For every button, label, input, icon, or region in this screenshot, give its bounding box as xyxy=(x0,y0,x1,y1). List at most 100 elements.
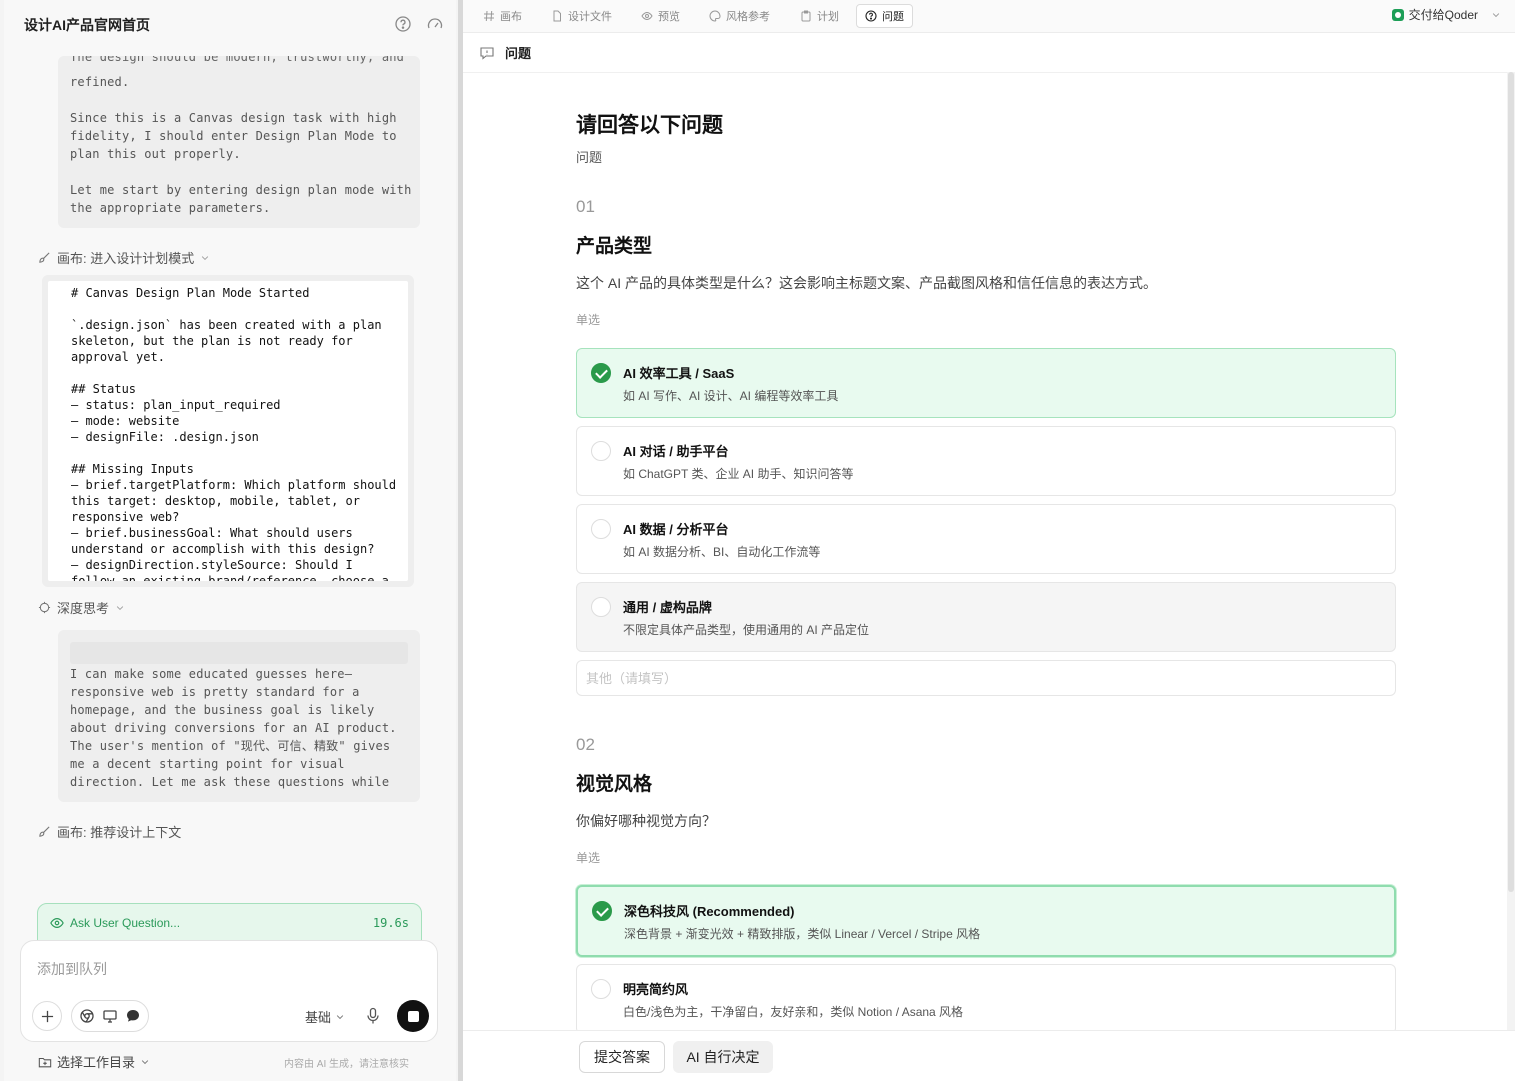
browser-icon[interactable] xyxy=(79,1008,95,1024)
mode-select[interactable]: 基础 xyxy=(305,1007,345,1026)
monitor-icon[interactable] xyxy=(102,1008,118,1024)
tab-label: 问题 xyxy=(882,11,904,23)
thinking-text: refined. Since this is a Canvas design t… xyxy=(70,75,412,215)
ai-decide-button[interactable]: AI 自行决定 xyxy=(673,1041,773,1073)
chat-input[interactable]: 添加到队列 xyxy=(37,959,107,979)
stop-icon xyxy=(407,1010,419,1022)
chat-input-card: 添加到队列 基础 xyxy=(20,940,438,1042)
radio-checked-icon xyxy=(592,901,612,921)
option-card[interactable]: AI 对话 / 助手平台 如 ChatGPT 类、企业 AI 助手、知识问答等 xyxy=(576,426,1396,496)
chevron-down-icon xyxy=(1492,12,1500,17)
option-description: 白色/浅色为主，干净留白，友好亲和，类似 Notion / Asana 风格 xyxy=(623,1005,964,1019)
tool-result-content[interactable]: # Canvas Design Plan Mode Started `.desi… xyxy=(48,281,408,581)
submit-button[interactable]: 提交答案 xyxy=(579,1041,665,1073)
tool-result-text: # Canvas Design Plan Mode Started `.desi… xyxy=(71,286,397,581)
thinking-text-2: I can make some educated guesses here— r… xyxy=(70,667,397,789)
tab-style-reference[interactable]: 风格参考 xyxy=(701,4,778,28)
deep-think-label: 深度思考 xyxy=(57,601,110,616)
option-card[interactable]: AI 效率工具 / SaaS 如 AI 写作、AI 设计、AI 编程等效率工具 xyxy=(576,348,1396,418)
chat-bubble-question-icon[interactable] xyxy=(394,15,412,33)
option-title: 通用 / 虚构品牌 xyxy=(623,600,712,615)
option-description: 如 ChatGPT 类、企业 AI 助手、知识问答等 xyxy=(623,467,854,481)
question-description: 这个 AI 产品的具体类型是什么？这会影响主标题文案、产品截图风格和信任信息的表… xyxy=(576,275,1158,291)
tab-questions[interactable]: 问题 xyxy=(856,4,913,28)
radio-icon xyxy=(591,979,611,999)
hash-icon xyxy=(484,10,494,22)
clipboard-icon xyxy=(801,10,811,22)
option-title: AI 数据 / 分析平台 xyxy=(623,522,729,537)
status-bar: Ask User Question... 19.6s xyxy=(37,903,422,943)
workspace-panel: 画布 设计文件 预览 风格参考 计划 问题 交付给Qoder 问题 请回答以下问… xyxy=(463,0,1515,1081)
tool-call-enter-plan-mode[interactable]: 画布: 进入设计计划模式 xyxy=(38,248,210,267)
radio-icon xyxy=(591,597,611,617)
tool-call-recommend-context[interactable]: 画布: 推荐设计上下文 xyxy=(38,822,181,841)
qoder-logo-icon xyxy=(1391,8,1404,21)
tab-plan[interactable]: 计划 xyxy=(792,4,847,28)
tab-label: 预览 xyxy=(658,11,680,23)
deliver-label: 交付给Qoder xyxy=(1408,8,1478,22)
ai-disclaimer: 内容由 AI 生成，请注意核实 xyxy=(284,1059,410,1070)
eye-icon xyxy=(641,11,653,21)
session-title: 设计AI产品官网首页 xyxy=(24,17,150,33)
tool-toggle-group xyxy=(71,1000,149,1032)
plus-icon xyxy=(41,1010,53,1022)
tool-call-label: 画布: 推荐设计上下文 xyxy=(57,825,182,840)
breadcrumb-label: 问题 xyxy=(505,46,532,61)
form-subtitle: 问题 xyxy=(576,150,603,165)
chat-panel: 设计AI产品官网首页 The design should be modern, … xyxy=(4,0,456,1081)
thinking-text-cut: The design should be modern, trustworthy… xyxy=(70,56,405,64)
tab-label: 风格参考 xyxy=(726,11,770,23)
chevron-down-icon xyxy=(116,605,124,610)
tab-preview[interactable]: 预览 xyxy=(633,4,688,28)
deep-think-toggle[interactable]: 深度思考 xyxy=(38,598,125,617)
workdir-label: 选择工作目录 xyxy=(57,1055,136,1070)
chevron-down-icon xyxy=(202,255,209,260)
option-title: 明亮简约风 xyxy=(623,982,689,997)
chat-icon[interactable] xyxy=(125,1008,141,1024)
microphone-icon[interactable] xyxy=(365,1007,381,1025)
sparkle-icon xyxy=(38,601,51,614)
option-card[interactable]: 明亮简约风 白色/浅色为主，干净留白，友好亲和，类似 Notion / Asan… xyxy=(576,964,1396,1030)
tool-call-label: 画布: 进入设计计划模式 xyxy=(57,251,195,266)
tab-bar: 画布 设计文件 预览 风格参考 计划 问题 交付给Qoder xyxy=(463,0,1515,33)
brush-icon xyxy=(39,826,50,837)
file-icon xyxy=(553,10,561,22)
brush-icon xyxy=(39,252,50,263)
chevron-down-icon xyxy=(141,1059,149,1064)
stop-button[interactable] xyxy=(397,1000,429,1032)
form-footer: 提交答案 AI 自行决定 xyxy=(463,1030,1515,1081)
add-button[interactable] xyxy=(32,1001,62,1031)
question-number: 01 xyxy=(576,197,595,216)
question-form: 请回答以下问题 问题 01 产品类型 这个 AI 产品的具体类型是什么？这会影响… xyxy=(463,72,1507,1030)
radio-icon xyxy=(591,441,611,461)
tab-label: 设计文件 xyxy=(568,11,612,23)
palette-icon xyxy=(709,10,721,22)
scrollbar-thumb[interactable] xyxy=(1508,72,1514,892)
question-type: 单选 xyxy=(576,313,601,327)
option-card[interactable]: AI 数据 / 分析平台 如 AI 数据分析、BI、自动化工作流等 xyxy=(576,504,1396,574)
option-description: 如 AI 写作、AI 设计、AI 编程等效率工具 xyxy=(623,389,839,403)
option-card[interactable]: 通用 / 虚构品牌 不限定具体产品类型，使用通用的 AI 产品定位 xyxy=(576,582,1396,652)
question-heading: 产品类型 xyxy=(576,236,653,257)
chat-header: 设计AI产品官网首页 xyxy=(4,0,456,48)
option-description: 不限定具体产品类型，使用通用的 AI 产品定位 xyxy=(623,623,870,637)
folder-plus-icon xyxy=(38,1057,52,1067)
question-icon xyxy=(865,10,877,22)
radio-checked-icon xyxy=(591,363,611,383)
thinking-fade xyxy=(70,642,408,664)
option-title: AI 效率工具 / SaaS xyxy=(623,366,735,381)
tab-design-file[interactable]: 设计文件 xyxy=(543,4,620,28)
status-label: Ask User Question... xyxy=(70,916,181,930)
gauge-icon[interactable] xyxy=(426,15,444,33)
question-number: 02 xyxy=(576,735,595,754)
question-heading: 视觉风格 xyxy=(576,774,653,795)
deliver-button[interactable]: 交付给Qoder xyxy=(1391,6,1501,23)
tab-label: 画布 xyxy=(500,11,522,23)
question-description: 你偏好哪种视觉方向？ xyxy=(576,813,716,829)
option-card[interactable]: 深色科技风 (Recommended) 深色背景 + 渐变光效 + 精致排版，类… xyxy=(576,885,1396,957)
thinking-block: The design should be modern, trustworthy… xyxy=(58,56,420,228)
question-type: 单选 xyxy=(576,851,601,865)
workdir-select[interactable]: 选择工作目录 xyxy=(38,1052,150,1071)
other-input[interactable] xyxy=(576,660,1396,696)
tab-canvas[interactable]: 画布 xyxy=(475,4,530,28)
